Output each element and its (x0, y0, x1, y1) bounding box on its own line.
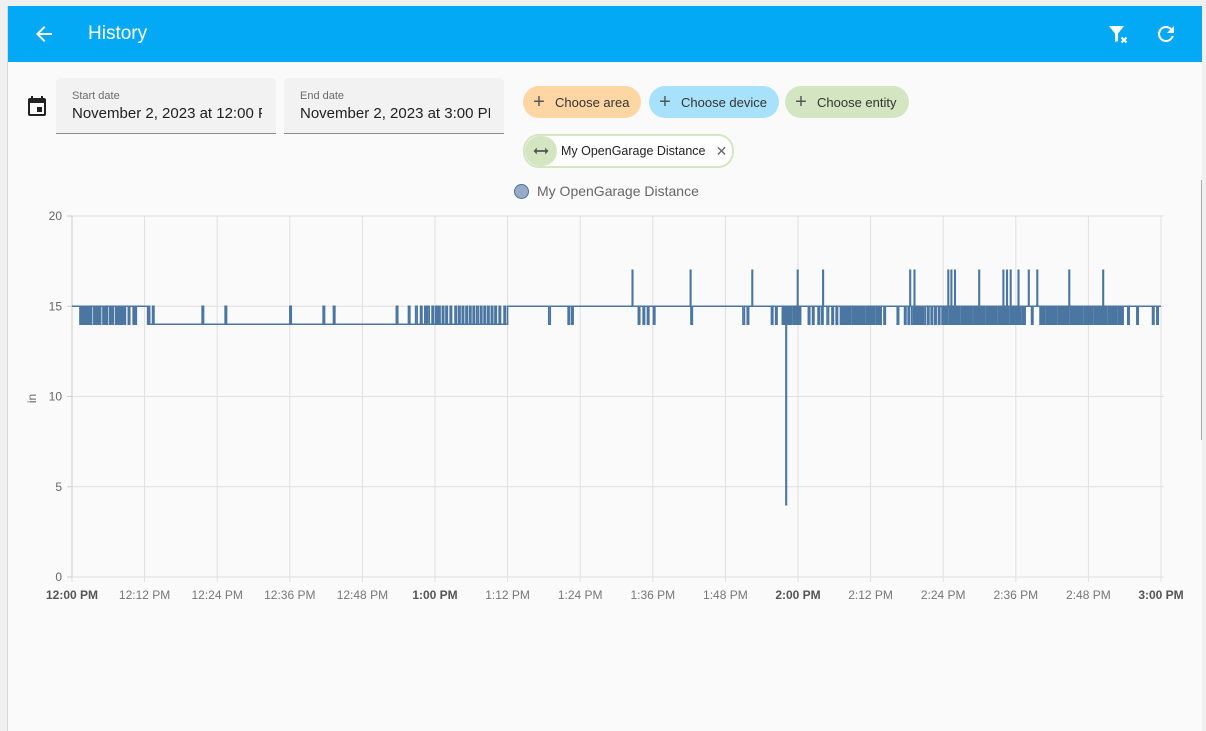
y-tick-label: 15 (49, 299, 63, 313)
x-tick-label: 12:48 PM (337, 588, 388, 602)
x-tick-label: 3:00 PM (1138, 588, 1183, 602)
x-tick-label: 2:48 PM (1066, 588, 1111, 602)
x-tick-label: 2:24 PM (921, 588, 966, 602)
y-axis-label: in (25, 394, 39, 403)
y-tick-label: 5 (55, 480, 62, 494)
x-tick-label: 1:36 PM (630, 588, 675, 602)
x-tick-label: 12:24 PM (192, 588, 243, 602)
x-tick-label: 2:36 PM (993, 588, 1038, 602)
y-tick-label: 0 (55, 570, 62, 584)
x-tick-label: 12:12 PM (119, 588, 170, 602)
scrollbar[interactable] (1201, 180, 1206, 440)
x-tick-label: 2:00 PM (775, 588, 820, 602)
y-tick-label: 10 (49, 390, 63, 404)
x-tick-label: 1:24 PM (558, 588, 603, 602)
history-chart: 0 5 10 15 20 12:00 PM 12:12 PM 12:24 PM 12:36 PM… (25, 209, 1184, 602)
x-tick-label: 12:36 PM (264, 588, 315, 602)
y-tick-label: 20 (49, 209, 63, 223)
x-tick-label: 1:48 PM (703, 588, 748, 602)
x-tick-label: 2:12 PM (848, 588, 893, 602)
x-tick-label: 1:12 PM (485, 588, 530, 602)
series-line-my-opengarage-distance (72, 269, 1161, 506)
x-tick-label: 12:00 PM (46, 588, 98, 602)
x-tick-label: 1:00 PM (412, 588, 457, 602)
